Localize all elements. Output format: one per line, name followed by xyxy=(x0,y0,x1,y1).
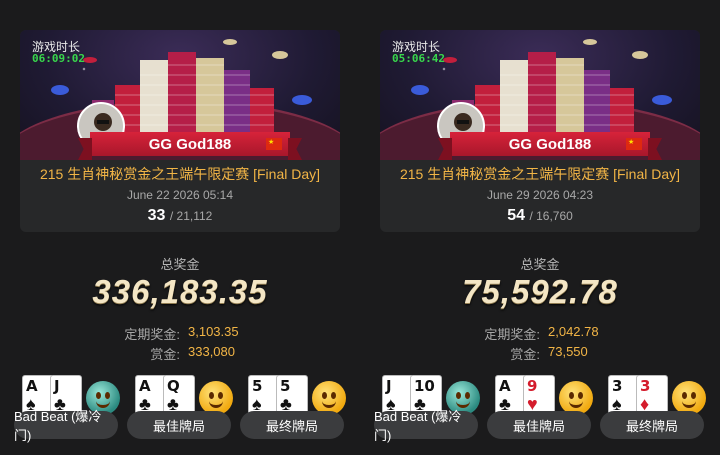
banner-image: 游戏时长 06:09:02 GG God188 ★ xyxy=(20,30,340,160)
fixed-prize-row: 定期奖金: 3,103.35 xyxy=(0,324,360,342)
rank-value: 33 xyxy=(147,207,166,224)
event-name: 215 生肖神秘赏金之王端午限定赛 [Final Day] xyxy=(39,166,321,182)
tournament-panel-2: 游戏时长 05:06:42 GG God188 ★ 215 生肖神秘赏金之王端午… xyxy=(360,0,720,455)
event-name: 215 生肖神秘赏金之王端午限定赛 [Final Day] xyxy=(399,166,681,182)
final-hand-label: 最终牌局 xyxy=(600,411,704,439)
tournament-card[interactable]: 游戏时长 05:06:42 GG God188 ★ 215 生肖神秘赏金之王端午… xyxy=(380,30,700,232)
best-hand-label: 最佳牌局 xyxy=(487,411,591,439)
bounty-label: 赏金: xyxy=(510,347,540,362)
total-entrants: / 16,760 xyxy=(529,209,573,223)
best-hand-button[interactable]: A ♣ 9 ♥ 最佳牌局 xyxy=(487,373,595,443)
player-name-ribbon: GG God188 ★ xyxy=(90,132,290,156)
bounty-value: 333,080 xyxy=(188,344,235,359)
fixed-prize-label: 定期奖金: xyxy=(124,327,180,342)
total-prize-amount: 336,183.35 xyxy=(92,273,268,310)
play-time-value: 06:09:02 xyxy=(32,52,85,65)
tournament-panel-1: 游戏时长 06:09:02 GG God188 ★ 215 生肖神秘赏金之王端午… xyxy=(0,0,360,455)
happy-face-icon xyxy=(312,381,346,415)
finish-position: 33 / 21,112 xyxy=(20,207,340,225)
total-prize-label: 总奖金 xyxy=(520,257,560,272)
player-name: GG God188 xyxy=(508,135,592,153)
tournament-card[interactable]: 游戏时长 06:09:02 GG God188 ★ 215 生肖神秘赏金之王端午… xyxy=(20,30,340,232)
final-hand-button[interactable]: 5 ♠ 5 ♣ 最终牌局 xyxy=(240,373,348,443)
bad-beat-hand-button[interactable]: J ♠ 10 ♣ Bad Beat (爆冷门) xyxy=(374,373,482,443)
fixed-prize-row: 定期奖金: 2,042.78 xyxy=(360,324,720,342)
happy-face-icon xyxy=(672,381,706,415)
happy-face-icon xyxy=(199,381,233,415)
fixed-prize-value: 3,103.35 xyxy=(188,324,239,339)
bounty-value: 73,550 xyxy=(548,344,588,359)
fixed-prize-label: 定期奖金: xyxy=(484,327,540,342)
bounty-row: 赏金: 73,550 xyxy=(360,344,720,362)
final-hand-button[interactable]: 3 ♠ 3 ♦ 最终牌局 xyxy=(600,373,708,443)
fixed-prize-value: 2,042.78 xyxy=(548,324,599,339)
total-entrants: / 21,112 xyxy=(169,209,213,223)
player-name: GG God188 xyxy=(148,135,232,153)
china-flag-icon: ★ xyxy=(266,138,282,150)
banner-image: 游戏时长 05:06:42 GG God188 ★ xyxy=(380,30,700,160)
event-date: June 22 2026 05:14 xyxy=(126,188,234,202)
final-hand-label: 最终牌局 xyxy=(240,411,344,439)
best-hand-label: 最佳牌局 xyxy=(127,411,231,439)
china-flag-icon: ★ xyxy=(626,138,642,150)
total-prize-amount: 75,592.78 xyxy=(462,273,618,310)
bounty-row: 赏金: 333,080 xyxy=(0,344,360,362)
bad-beat-label: Bad Beat (爆冷门) xyxy=(14,409,118,443)
bounty-label: 赏金: xyxy=(150,347,180,362)
player-name-ribbon: GG God188 ★ xyxy=(450,132,650,156)
bad-beat-label: Bad Beat (爆冷门) xyxy=(374,409,478,443)
rank-value: 54 xyxy=(507,207,525,224)
bad-beat-hand-button[interactable]: A ♠ J ♣ Bad Beat (爆冷门) xyxy=(14,373,122,443)
finish-position: 54 / 16,760 xyxy=(380,207,700,225)
total-prize-label: 总奖金 xyxy=(160,257,200,272)
event-date: June 29 2026 04:23 xyxy=(486,188,594,202)
happy-face-icon xyxy=(559,381,593,415)
play-time-value: 05:06:42 xyxy=(392,52,445,65)
best-hand-button[interactable]: A ♣ Q ♣ 最佳牌局 xyxy=(127,373,235,443)
